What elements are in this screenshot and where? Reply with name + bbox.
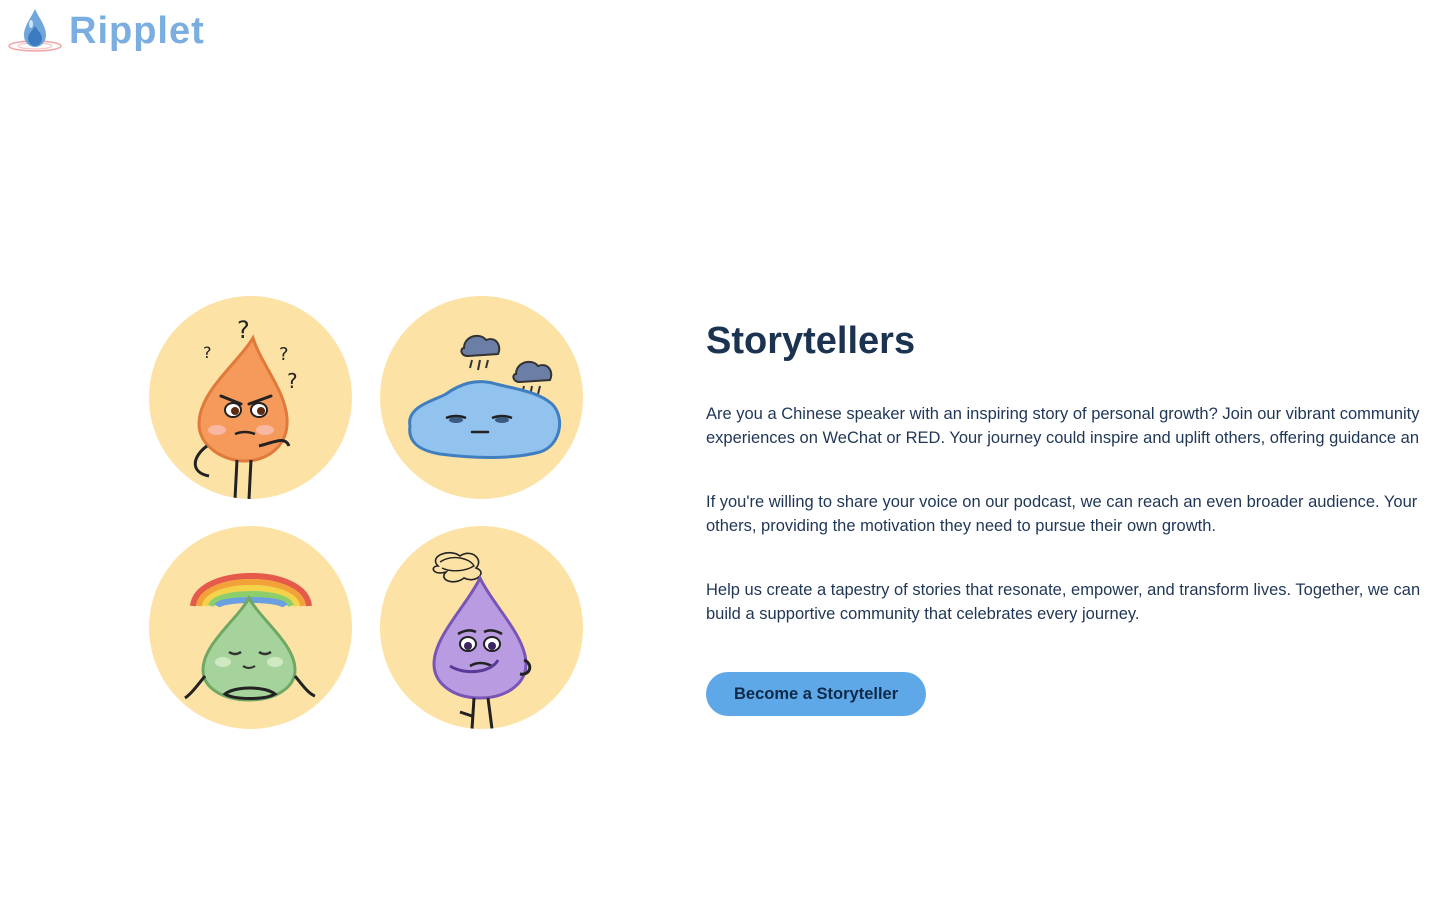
paragraph-line: Are you a Chinese speaker with an inspir… xyxy=(706,405,1420,423)
confused-drop-illustration: ? ? ? ? ? xyxy=(149,296,352,499)
paragraph-line: experiences on WeChat or RED. Your journ… xyxy=(706,429,1419,447)
intro-paragraph: Are you a Chinese speaker with an inspir… xyxy=(706,402,1441,450)
paragraph-line: If you're willing to share your voice on… xyxy=(706,493,1418,511)
svg-text:?: ? xyxy=(287,369,298,393)
podcast-paragraph: If you're willing to share your voice on… xyxy=(706,490,1441,538)
community-paragraph: Help us create a tapestry of stories tha… xyxy=(706,578,1441,626)
section-title: Storytellers xyxy=(706,320,916,362)
worried-drop-illustration xyxy=(380,526,583,729)
water-drop-icon xyxy=(8,9,62,52)
storyteller-illustrations: ? ? ? ? ? xyxy=(149,296,583,730)
paragraph-line: Help us create a tapestry of stories tha… xyxy=(706,581,1421,599)
sad-puddle-illustration xyxy=(380,296,583,499)
storytellers-section: Storytellers Are you a Chinese speaker w… xyxy=(706,318,1441,716)
header: Ripplet xyxy=(0,0,1441,64)
paragraph-line: build a supportive community that celebr… xyxy=(706,605,1140,623)
paragraph-line: others, providing the motivation they ne… xyxy=(706,517,1216,535)
logo[interactable]: Ripplet xyxy=(7,6,205,54)
calm-drop-illustration xyxy=(149,526,352,729)
svg-text:?: ? xyxy=(203,343,212,362)
logo-text: Ripplet xyxy=(69,9,205,52)
svg-text:?: ? xyxy=(237,316,250,344)
become-storyteller-button[interactable]: Become a Storyteller xyxy=(706,672,927,716)
svg-text:?: ? xyxy=(279,344,289,365)
